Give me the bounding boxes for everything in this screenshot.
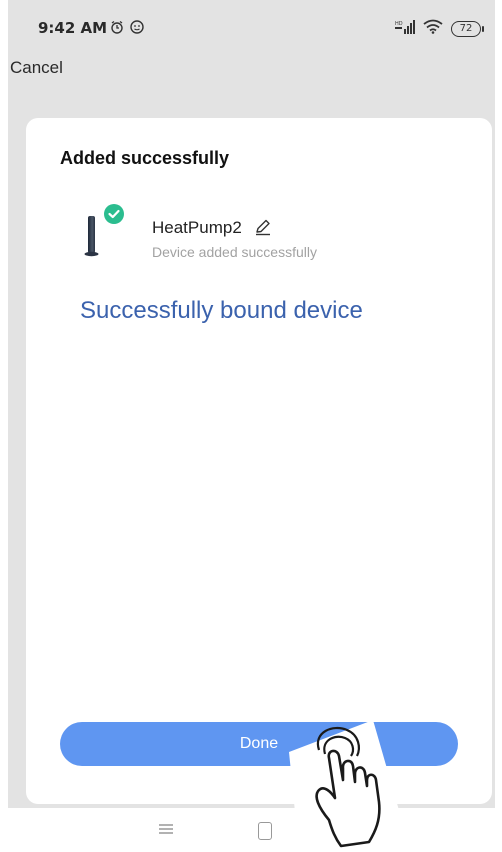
face-icon: [130, 20, 144, 39]
battery-indicator: 72: [451, 21, 484, 37]
pencil-icon[interactable]: [254, 218, 272, 236]
pointing-hand-icon: [289, 720, 411, 852]
alarm-icon: [110, 20, 124, 39]
check-circle-icon: [104, 204, 124, 224]
home-icon[interactable]: [258, 822, 272, 840]
signal-icon: HD: [395, 19, 415, 39]
app-screen: 9:42 AM HD 72 Cancel Added successfully: [8, 0, 495, 852]
device-status: Device added successfully: [152, 244, 317, 260]
wifi-icon: [423, 19, 443, 39]
navigation-bar: [8, 808, 495, 852]
card-title: Added successfully: [60, 148, 230, 168]
menu-icon[interactable]: [158, 822, 174, 841]
status-bar: 9:42 AM HD 72: [8, 0, 495, 46]
device-row: HeatPump2 Device added successfully: [74, 204, 454, 264]
success-card: Added successfully HeatPump2 Device adde…: [26, 118, 492, 804]
annotation-text: Successfully bound device: [80, 297, 363, 324]
device-name: HeatPump2: [152, 218, 242, 237]
cancel-button[interactable]: Cancel: [10, 58, 63, 78]
svg-text:HD: HD: [395, 21, 403, 27]
status-time: 9:42 AM: [38, 19, 108, 37]
